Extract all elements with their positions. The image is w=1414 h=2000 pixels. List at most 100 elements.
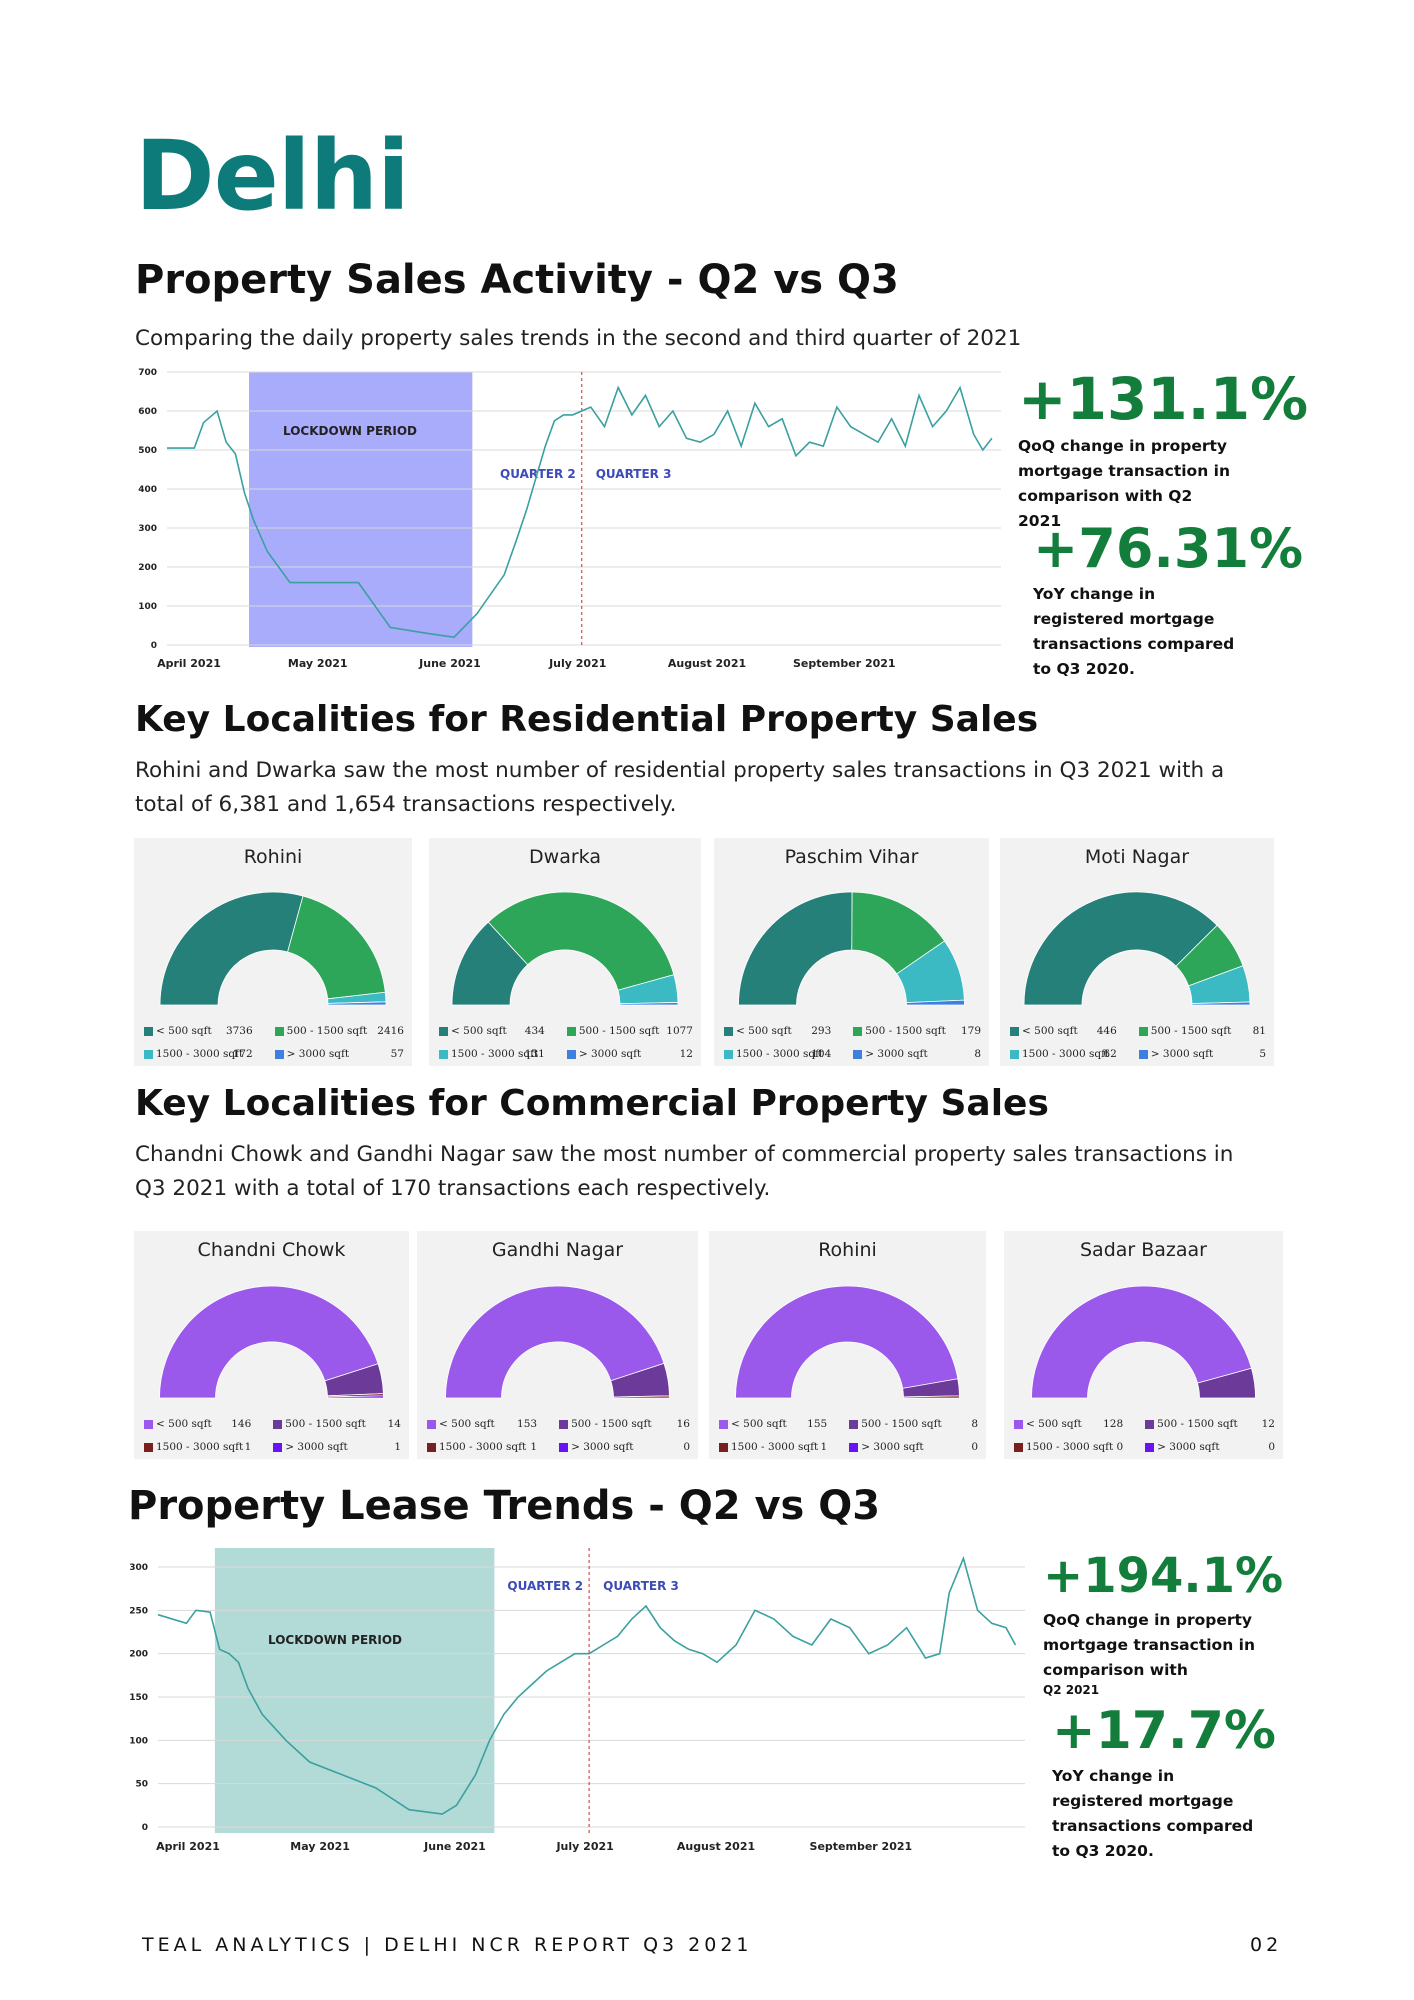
legend-value: 14 (387, 1418, 401, 1430)
legend-item: > 3000 sqft (559, 1441, 633, 1453)
legend-value: 0 (683, 1441, 690, 1453)
legend-swatch (1138, 1026, 1148, 1036)
legend-swatch (439, 1049, 448, 1059)
legend-value: 0 (1116, 1441, 1124, 1453)
donut-slice (735, 1285, 959, 1399)
legend-swatch (719, 1419, 728, 1429)
legend-swatch (1145, 1419, 1155, 1429)
legend-item: < 500 sqft (427, 1418, 495, 1430)
legend-value: 153 (517, 1418, 538, 1430)
x-tick-label: July 2021 (555, 1840, 613, 1853)
legend-item: 500 - 1500 sqft (274, 1025, 367, 1037)
legend-item: 1500 - 3000 sqft (144, 1441, 243, 1453)
legend-label: < 500 sqft (439, 1418, 495, 1430)
y-tick-label: 400 (138, 485, 157, 495)
lease-qoq-value: +194.1% (1043, 1548, 1284, 1604)
city-title: Delhi (135, 120, 410, 232)
legend-value: 146 (231, 1418, 252, 1430)
legend-label: 1500 - 3000 sqft (156, 1048, 244, 1060)
quarter3-label: QUARTER 3 (603, 1579, 679, 1593)
legend-label: < 500 sqft (1026, 1418, 1082, 1430)
legend-swatch (144, 1442, 153, 1452)
legend-item: < 500 sqft (1010, 1025, 1078, 1037)
legend-swatch (849, 1419, 859, 1429)
legend-swatch (1010, 1026, 1019, 1036)
legend-item: > 3000 sqft (1145, 1441, 1220, 1453)
legend-swatch (1138, 1049, 1148, 1059)
residential-text: Rohini and Dwarka saw the most number of… (135, 758, 1225, 817)
legend-label: 500 - 1500 sqft (1157, 1418, 1238, 1430)
commercial-locality-panel: Gandhi Nagar < 500 sqft 153 500 - 1500 sqft… (417, 1231, 698, 1459)
lockdown-label: LOCKDOWN PERIOD (283, 424, 417, 438)
legend-item: < 500 sqft (724, 1025, 792, 1037)
y-tick-label: 300 (138, 524, 157, 534)
lease-qoq-text: QoQ change in property mortgage transact… (1043, 1611, 1255, 1679)
legend-value: 0 (1268, 1441, 1275, 1453)
legend-swatch (427, 1419, 436, 1429)
legend-item: 1500 - 3000 sqft (1010, 1048, 1109, 1060)
y-tick-label: 100 (138, 602, 157, 612)
legend-label: 500 - 1500 sqft (861, 1418, 942, 1430)
legend-item: 500 - 1500 sqft (559, 1418, 652, 1430)
legend-value: 1 (820, 1441, 828, 1453)
legend-label: 1500 - 3000 sqft (1022, 1048, 1110, 1060)
legend-label: < 500 sqft (156, 1418, 212, 1430)
legend-item: > 3000 sqft (274, 1048, 350, 1060)
legend-item: > 3000 sqft (849, 1441, 924, 1453)
y-tick-label: 0 (151, 641, 157, 651)
legend-swatch (1145, 1442, 1155, 1452)
legend-item: 500 - 1500 sqft (566, 1025, 659, 1037)
legend-value: 1 (394, 1441, 401, 1453)
legend-label: > 3000 sqft (286, 1048, 350, 1060)
legend-value: 8 (971, 1418, 978, 1430)
commercial-locality-panel: Chandni Chowk < 500 sqft 146 500 - 1500 sqf… (134, 1231, 409, 1459)
legend-item: 1500 - 3000 sqft (724, 1048, 823, 1060)
legend-item: 1500 - 3000 sqft (144, 1048, 243, 1060)
commercial-heading: Key Localities for Commercial Property S… (135, 1083, 1049, 1124)
legend-swatch (1014, 1442, 1023, 1452)
legend-label: > 3000 sqft (578, 1048, 642, 1060)
legend-swatch (849, 1442, 859, 1452)
donut-slice (159, 891, 304, 1006)
legend-label: > 3000 sqft (1150, 1048, 1214, 1060)
x-tick-label: May 2021 (290, 1840, 350, 1853)
legend-swatch (719, 1442, 728, 1452)
legend-label: > 3000 sqft (571, 1441, 634, 1453)
y-tick-label: 100 (130, 1736, 148, 1746)
legend-swatch (439, 1026, 448, 1036)
x-tick-label: June 2021 (418, 657, 481, 670)
legend-label: > 3000 sqft (865, 1048, 928, 1060)
x-tick-label: September 2021 (793, 657, 896, 670)
legend-item: > 3000 sqft (1138, 1048, 1214, 1060)
y-tick-label: 700 (138, 368, 157, 378)
legend-value: 3736 (225, 1025, 253, 1037)
residential-locality-panel: Paschim Vihar < 500 sqft 293 500 - 1500 sqf… (714, 838, 989, 1066)
legend-swatch (427, 1442, 436, 1452)
lease-yoy-text: YoY change in registered mortgage transa… (1052, 1767, 1254, 1860)
commercial-locality-panel: Rohini < 500 sqft 155 500 - 1500 sqft 8 1500 … (709, 1231, 986, 1459)
y-tick-label: 0 (142, 1823, 148, 1833)
legend-value: 0 (971, 1441, 978, 1453)
donut-slice (287, 895, 386, 1000)
legend-item: > 3000 sqft (853, 1048, 928, 1060)
legend-swatch (853, 1026, 863, 1036)
commercial-locality-panel: Sadar Bazaar < 500 sqft 128 500 - 1500 sqft… (1004, 1231, 1283, 1459)
legend-label: 1500 - 3000 sqft (1026, 1441, 1114, 1453)
sales-heading: Property Sales Activity - Q2 vs Q3 (135, 257, 899, 303)
legend-value: 293 (811, 1025, 832, 1037)
legend-item: 1500 - 3000 sqft (427, 1441, 526, 1453)
y-tick-label: 250 (130, 1606, 148, 1616)
legend-item: > 3000 sqft (566, 1048, 642, 1060)
x-tick-label: August 2021 (668, 657, 746, 670)
legend-value: 1 (530, 1441, 538, 1453)
lease-yoy-value: +17.7% (1052, 1701, 1276, 1761)
x-tick-label: September 2021 (810, 1840, 913, 1853)
legend-item: 1500 - 3000 sqft (439, 1048, 538, 1060)
sales-qoq-value: +131.1% (1018, 365, 1309, 433)
x-tick-label: August 2021 (677, 1840, 755, 1853)
legend-item: 1500 - 3000 sqft (1014, 1441, 1113, 1453)
lease-line-chart: 0 50 100 150 200 250 300 LOCKDOWN PERIOD QUARTER… (130, 1548, 1025, 1853)
legend-value: 1077 (666, 1025, 693, 1037)
legend-label: < 500 sqft (736, 1025, 792, 1037)
legend-value: 81 (1252, 1025, 1266, 1037)
